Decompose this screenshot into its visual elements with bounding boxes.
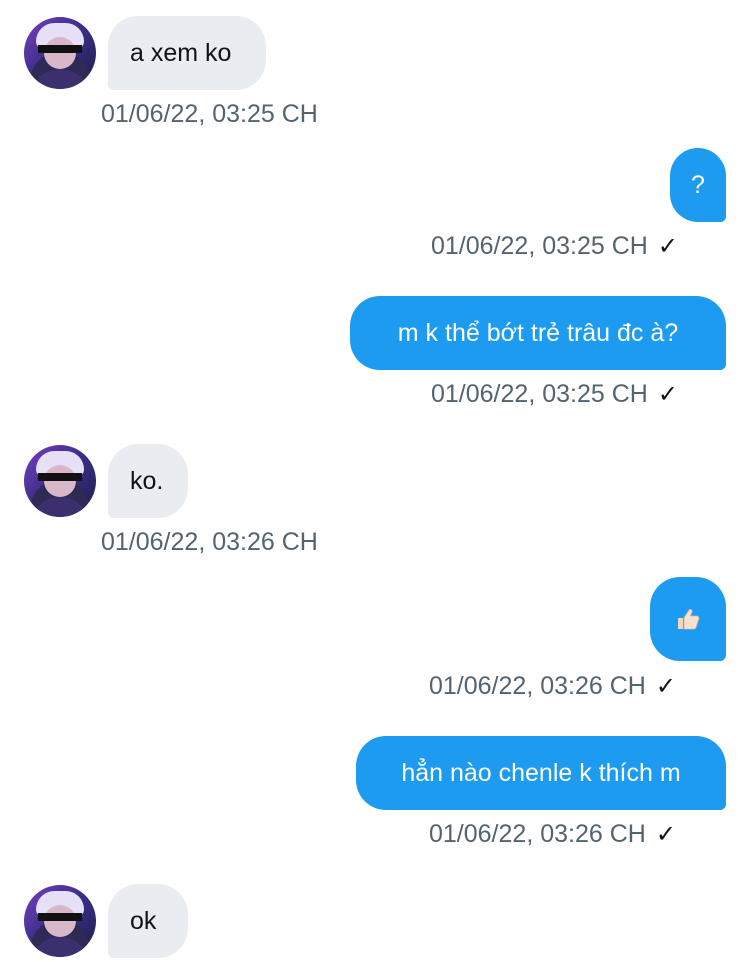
outgoing-message-bubble[interactable] (650, 577, 726, 661)
message-timestamp: 01/06/22, 03:25 CH ✓ (431, 379, 678, 408)
message-timestamp: 01/06/22, 03:25 CH (101, 99, 318, 128)
avatar[interactable] (24, 445, 96, 517)
message-text: ? (691, 170, 705, 199)
avatar-image (30, 497, 90, 517)
message-text: ok (130, 906, 157, 935)
message-timestamp: 01/06/22, 03:26 CH ✓ (429, 819, 676, 848)
message-timestamp: 01/06/22, 03:26 CH ✓ (429, 671, 676, 700)
incoming-message-bubble[interactable]: ko. (108, 444, 188, 518)
check-icon: ✓ (655, 672, 676, 700)
check-icon: ✓ (655, 820, 676, 848)
message-text: m k thể bớt trẻ trâu đc à? (397, 318, 679, 347)
outgoing-message-bubble[interactable]: m k thể bớt trẻ trâu đc à? (350, 296, 726, 370)
message-text: a xem ko (130, 38, 232, 67)
check-icon: ✓ (657, 232, 678, 260)
avatar[interactable] (24, 17, 96, 89)
message-text: ko. (130, 466, 164, 495)
incoming-message-bubble[interactable]: a xem ko (108, 16, 266, 90)
message-timestamp: 01/06/22, 03:25 CH ✓ (431, 231, 678, 260)
avatar[interactable] (24, 885, 96, 957)
outgoing-message-bubble[interactable]: ? (670, 148, 726, 222)
outgoing-message-bubble[interactable]: hẳn nào chenle k thích m (356, 736, 726, 810)
avatar-image (30, 69, 90, 89)
avatar-image (30, 937, 90, 957)
message-timestamp: 01/06/22, 03:26 CH (101, 527, 318, 556)
thumbs-up-icon (678, 608, 700, 630)
message-text: hẳn nào chenle k thích m (401, 758, 681, 787)
incoming-message-bubble[interactable]: ok (108, 884, 188, 958)
check-icon: ✓ (657, 380, 678, 408)
